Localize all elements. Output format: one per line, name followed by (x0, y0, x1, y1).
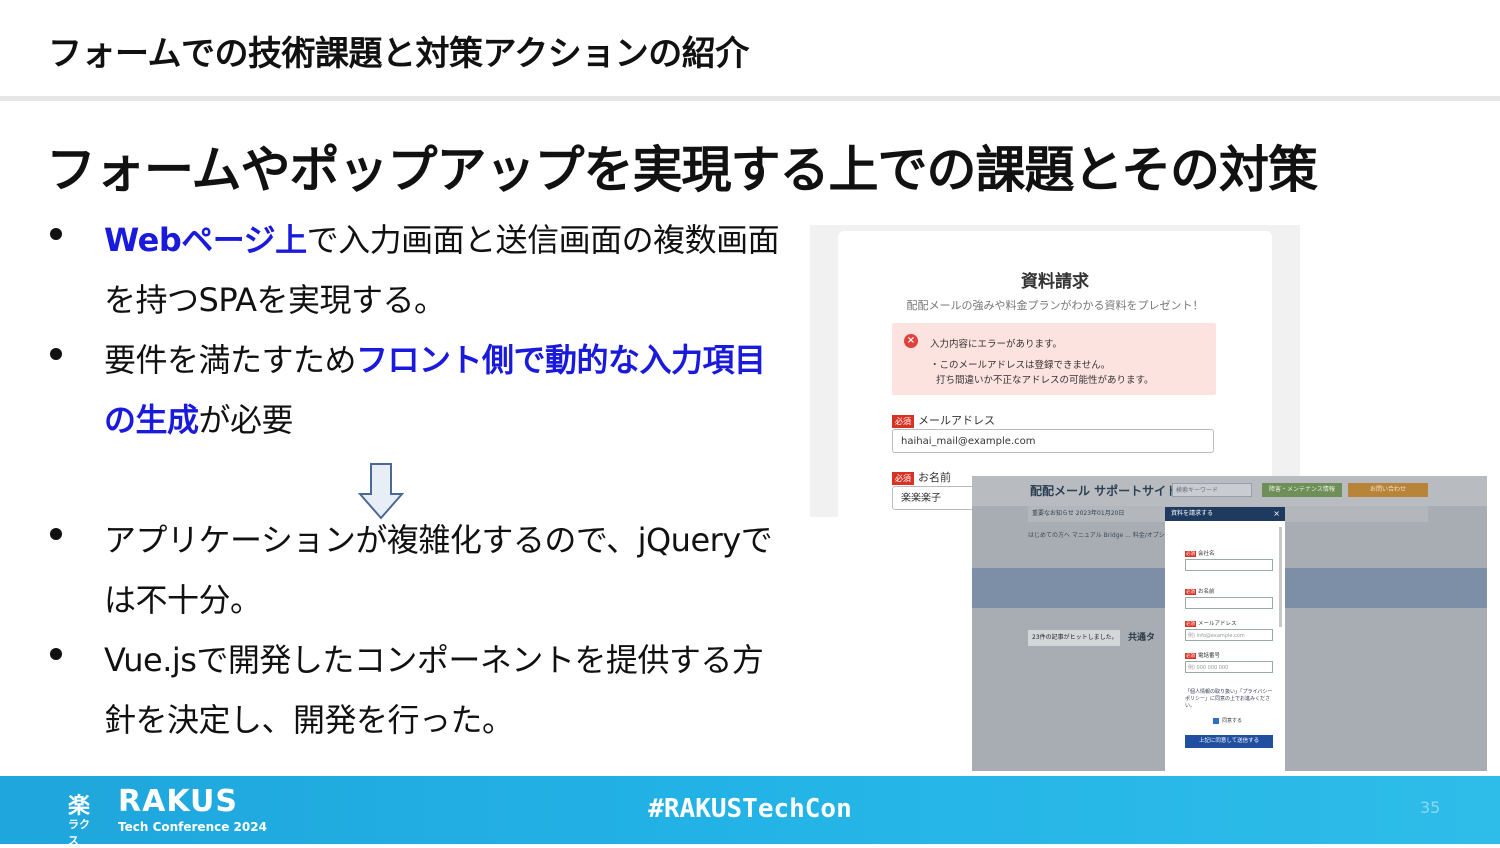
error-detail: 打ち間違いか不正なアドレスの可能性があります。 (936, 375, 1154, 386)
email-field[interactable]: haihai_mail@example.com (892, 429, 1214, 453)
field-label-text: お名前 (1198, 589, 1215, 595)
header-title: フォームでの技術課題と対策アクションの紹介 (48, 34, 749, 74)
name-field[interactable] (1185, 597, 1273, 609)
bullet-dot (50, 228, 62, 240)
bullet-segment: 要件を満たすため (104, 341, 357, 379)
field-label-text: 会社名 (1198, 551, 1215, 557)
highlight-text: Webページ上 (104, 221, 307, 259)
slide-title: フォームやポップアップを実現する上での課題とその対策 (46, 141, 1318, 199)
slide-header: フォームでの技術課題と対策アクションの紹介 (0, 0, 1500, 101)
bullet-dot (50, 528, 62, 540)
required-badge: 必須 (1185, 589, 1196, 595)
agree-checkbox[interactable]: 同意する (1213, 717, 1242, 724)
contact-button[interactable]: お問い合わせ (1348, 483, 1428, 497)
required-badge: 必須 (1185, 551, 1196, 557)
header-divider (0, 96, 1500, 101)
modal-header: 資料を請求する × (1165, 507, 1285, 521)
phone-field[interactable]: 例) 000 000 000 (1185, 661, 1273, 673)
close-icon[interactable]: × (1273, 507, 1280, 521)
bullet-text: アプリケーションが複雑化するので、jQueryでは不十分。 (104, 510, 794, 630)
bullet-segment: アプリケーションが複雑化するので、jQueryでは不十分。 (104, 521, 773, 619)
field-label: 必須 お名前 (1185, 587, 1215, 595)
privacy-policy-link[interactable]: 「個人情報の取り扱い」「プライバシーポリシー」に同意の上でお進みください。 (1185, 689, 1273, 710)
site-header: 配配メール サポートサイト 検索キーワード 障害・メンテナンス情報 お問い合わせ (972, 476, 1487, 506)
field-label: 必須 会社名 (1185, 549, 1215, 557)
modal-scrollbar[interactable] (1279, 527, 1282, 627)
page-number: 35 (1420, 798, 1441, 817)
field-label-text: 電話番号 (1198, 653, 1221, 659)
email-field[interactable]: 例) info@example.com (1185, 629, 1273, 641)
agree-label: 同意する (1222, 718, 1243, 724)
hashtag: #RAKUSTechCon (648, 794, 852, 824)
bullet-segment: Vue.jsで開発したコンポーネントを提供する方針を決定し、開発を行った。 (104, 641, 764, 739)
form-card: 資料請求 配配メールの強みや料金プランがわかる資料をプレゼント！ × 入力内容に… (838, 231, 1272, 517)
bullet-text: 要件を満たすためフロント側で動的な入力項目の生成が必要 (104, 330, 794, 450)
bullet-text: Webページ上で入力画面と送信画面の複数画面を持つSPAを実現する。 (104, 210, 794, 330)
bullet-dot (50, 348, 62, 360)
maintenance-button[interactable]: 障害・メンテナンス情報 (1262, 483, 1342, 497)
popup-screenshot: 配配メール サポートサイト 検索キーワード 障害・メンテナンス情報 お問い合わせ… (972, 476, 1487, 771)
error-message: ・このメールアドレスは登録できません。 (930, 360, 1111, 371)
field-label: 必須 電話番号 (1185, 651, 1220, 659)
email-label: 必須 メールアドレス (892, 412, 995, 428)
required-badge: 必須 (1185, 653, 1196, 659)
error-heading: 入力内容にエラーがあります。 (930, 339, 1063, 350)
bullet-segment: が必要 (198, 401, 294, 439)
search-input[interactable]: 検索キーワード (1172, 483, 1252, 497)
company-field[interactable] (1185, 559, 1273, 571)
name-label: 必須 お名前 (892, 469, 951, 485)
close-circle-icon: × (904, 334, 918, 348)
down-arrow-icon (358, 463, 404, 520)
required-badge: 必須 (892, 471, 914, 485)
field-label: 必須 メールアドレス (1185, 619, 1237, 627)
form-subtitle: 配配メールの強みや料金プランがわかる資料をプレゼント！ (906, 299, 1204, 312)
email-label-text: メールアドレス (918, 414, 995, 427)
name-label-text: お名前 (918, 471, 951, 484)
field-label-text: メールアドレス (1198, 621, 1237, 627)
required-badge: 必須 (1185, 621, 1196, 627)
form-title: 資料請求 (1021, 272, 1089, 292)
required-badge: 必須 (892, 414, 914, 428)
bullet-text: Vue.jsで開発したコンポーネントを提供する方針を決定し、開発を行った。 (104, 630, 794, 750)
request-modal: 資料を請求する × 必須 会社名 必須 お名前 必須 メールアドレス 例) info@… (1165, 507, 1285, 771)
article-title: 共通タ (1128, 633, 1156, 643)
modal-title: 資料を請求する (1171, 510, 1214, 517)
form-error-screenshot: 資料請求 配配メールの強みや料金プランがわかる資料をプレゼント！ × 入力内容に… (810, 225, 1300, 517)
slide-footer: 楽 ラクス RAKUS Tech Conference 2024 #RAKUST… (0, 776, 1500, 847)
bullet-dot (50, 648, 62, 660)
checkbox-icon (1213, 717, 1219, 724)
submit-button[interactable]: 上記に同意して送信する (1185, 735, 1273, 748)
error-alert: × 入力内容にエラーがあります。 ・このメールアドレスは登録できません。 打ち間… (892, 323, 1216, 395)
site-logo: 配配メール サポートサイト (1030, 484, 1179, 498)
result-count: 23件の記事がヒットしました。 (1028, 630, 1120, 646)
